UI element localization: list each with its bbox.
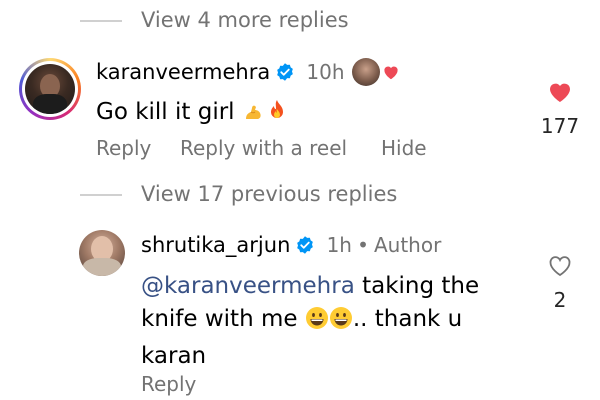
- separator: •: [357, 233, 369, 257]
- comment-body: knife with me: [141, 306, 298, 332]
- avatar[interactable]: [19, 58, 81, 120]
- like-count: 2: [553, 288, 567, 312]
- mention-link[interactable]: @karanveermehra: [141, 273, 355, 299]
- timestamp: 10h: [306, 60, 345, 84]
- heart-icon: [384, 66, 398, 80]
- verified-badge-icon: [277, 63, 294, 81]
- username[interactable]: karanveermehra: [96, 60, 270, 84]
- reply-button[interactable]: Reply: [141, 372, 196, 396]
- comment-text: @karanveermehra taking the knife with me…: [141, 270, 521, 373]
- comment-header: karanveermehra 10h: [96, 60, 345, 84]
- comment-body: taking the: [362, 273, 480, 299]
- username[interactable]: shrutika_arjun: [141, 233, 290, 257]
- comment-body: .. thank u: [352, 306, 463, 332]
- view-more-replies-link[interactable]: View 4 more replies: [141, 8, 349, 32]
- comment-body: Go kill it girl: [96, 99, 235, 125]
- fire-icon: [266, 99, 288, 133]
- comment-text: Go kill it girl: [96, 96, 288, 133]
- comment-body: karan: [141, 343, 207, 369]
- grinning-face-icon: [329, 306, 353, 340]
- thread-divider: [80, 20, 122, 22]
- grinning-face-icon: [305, 306, 329, 340]
- like-count: 177: [540, 114, 580, 138]
- verified-badge-icon: [297, 236, 314, 254]
- view-previous-replies-link[interactable]: View 17 previous replies: [141, 182, 397, 206]
- reply-button[interactable]: Reply: [96, 136, 151, 160]
- author-tag: Author: [373, 233, 442, 257]
- hide-button[interactable]: Hide: [381, 136, 427, 160]
- like-heart-button[interactable]: [548, 255, 572, 277]
- timestamp: 1h: [326, 233, 352, 257]
- like-heart-button[interactable]: [548, 81, 572, 103]
- thread-divider: [80, 194, 122, 196]
- avatar[interactable]: [79, 230, 125, 276]
- creator-liked-indicator: [352, 58, 404, 86]
- reply-with-reel-button[interactable]: Reply with a reel: [180, 136, 347, 160]
- creator-avatar: [352, 58, 380, 86]
- flexed-biceps-icon: [242, 99, 266, 133]
- comment-header: shrutika_arjun 1h • Author: [141, 233, 441, 257]
